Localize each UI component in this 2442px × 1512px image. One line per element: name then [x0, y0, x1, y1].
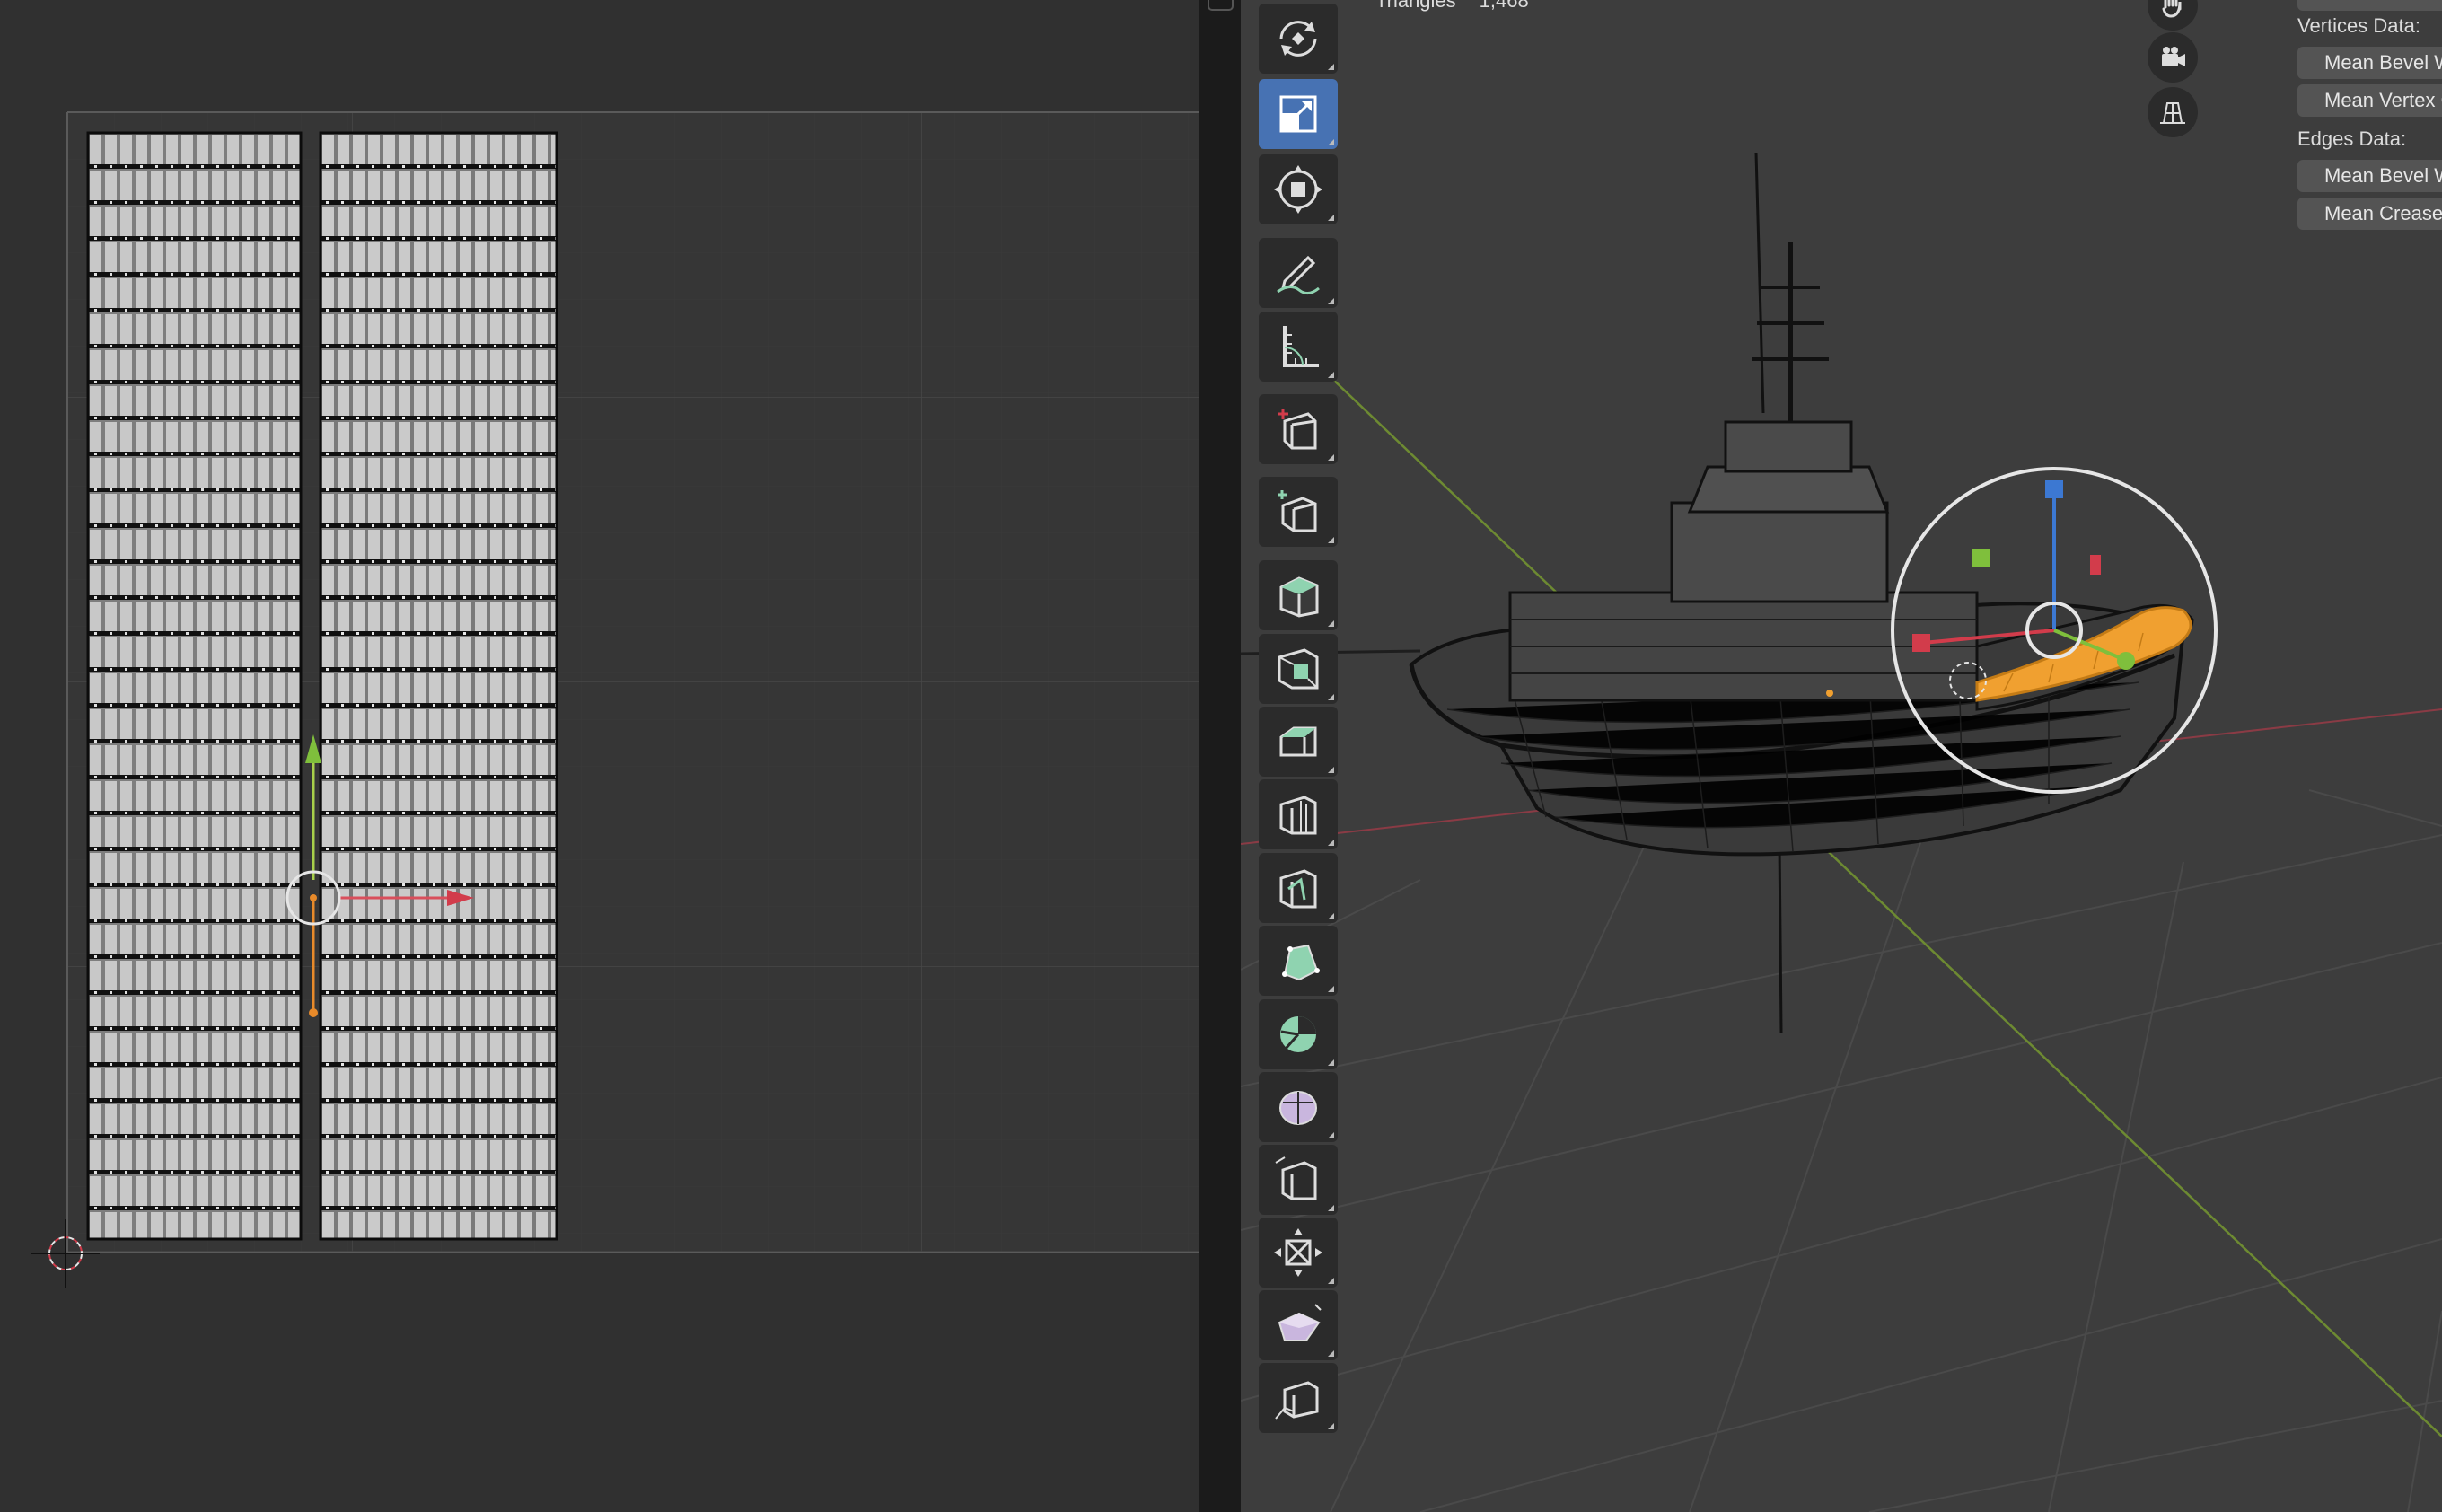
rotate-tool[interactable] [1259, 4, 1338, 74]
shear-icon [1278, 1304, 1322, 1341]
transform-tool[interactable] [1259, 154, 1338, 224]
transform-icon [1274, 165, 1322, 214]
extrude-icon [1279, 576, 1319, 618]
loop-cut-tool[interactable] [1259, 779, 1338, 849]
gizmo-y-handle[interactable] [2117, 652, 2135, 670]
gizmo-plane-xz[interactable] [2090, 555, 2101, 575]
shrink-fatten-tool[interactable] [1259, 1218, 1338, 1288]
panel-field-top[interactable] [2297, 0, 2442, 11]
triangles-label: Triangles [1375, 0, 1456, 12]
add-cube-tool[interactable] [1259, 394, 1338, 464]
scale-tool[interactable] [1259, 79, 1338, 149]
uv-canvas[interactable] [0, 0, 1199, 1512]
shrink-fatten-icon [1274, 1228, 1322, 1277]
knife-icon [1279, 869, 1317, 909]
extrude-region-tool[interactable] [1259, 560, 1338, 630]
viewport-stats: Triangles 1,468 [1375, 0, 1552, 13]
gizmo-down-handle[interactable] [309, 1008, 318, 1017]
bevel-icon [1279, 726, 1317, 757]
shear-tool[interactable] [1259, 1290, 1338, 1360]
annotate-tool[interactable] [1259, 238, 1338, 308]
add-cube-extrude-icon [1278, 490, 1317, 532]
gizmo-pivot [310, 894, 317, 901]
smooth-tool[interactable] [1259, 1072, 1338, 1142]
spin-tool[interactable] [1259, 999, 1338, 1069]
floor-grid [1241, 789, 2442, 1512]
edges-data-label: Edges Data: [2297, 127, 2407, 150]
poly-build-icon [1282, 944, 1320, 981]
mean-crease-field[interactable]: Mean Crease [2297, 198, 2442, 230]
rip-region-icon [1275, 1381, 1319, 1420]
triangles-value: 1,468 [1479, 0, 1529, 12]
uv-island-right[interactable] [319, 131, 558, 1241]
mean-bevel-weight-edge-field[interactable]: Mean Bevel Weight [2297, 160, 2442, 192]
inset-tool[interactable] [1259, 634, 1338, 704]
loop-cut-icon [1279, 796, 1317, 835]
viewport-scene[interactable] [1241, 0, 2442, 1512]
extrude-tool[interactable] [1259, 477, 1338, 547]
mean-vertex-crease-field[interactable]: Mean Vertex Crease [2297, 84, 2442, 117]
smooth-icon [1279, 1091, 1317, 1125]
rotate-icon [1279, 21, 1317, 57]
measure-tool[interactable] [1259, 312, 1338, 382]
knife-tool[interactable] [1259, 853, 1338, 923]
uv-editor[interactable] [0, 0, 1199, 1512]
edge-slide-icon [1275, 1156, 1317, 1200]
measure-icon [1283, 326, 1319, 367]
poly-build-tool[interactable] [1259, 926, 1338, 996]
mean-bevel-weight-vertex-field[interactable]: Mean Bevel Weight [2297, 47, 2442, 79]
bevel-tool[interactable] [1259, 707, 1338, 777]
annotate-icon [1277, 255, 1320, 294]
add-cube-icon [1278, 409, 1317, 450]
tugboat-mesh[interactable] [1409, 152, 2194, 1033]
gizmo-plane-yz[interactable] [1972, 549, 1990, 567]
3d-viewport[interactable]: Triangles 1,468 Vertices Data: Mean Beve… [1241, 0, 2442, 1512]
gizmo-x-handle[interactable] [1912, 634, 1930, 652]
area-divider[interactable] [1199, 0, 1241, 1512]
area-collapse-handle[interactable] [1208, 0, 1234, 11]
rip-region-tool[interactable] [1259, 1363, 1338, 1433]
uv-island-left[interactable] [86, 131, 303, 1241]
grid-view-icon[interactable] [2148, 87, 2198, 137]
gizmo-z-handle[interactable] [2045, 480, 2063, 498]
spin-icon [1280, 1016, 1316, 1052]
camera-icon[interactable] [2148, 32, 2198, 83]
scale-icon [1279, 95, 1317, 133]
vertices-data-label: Vertices Data: [2297, 14, 2420, 37]
edge-slide-tool[interactable] [1259, 1145, 1338, 1215]
inset-icon [1278, 648, 1319, 690]
